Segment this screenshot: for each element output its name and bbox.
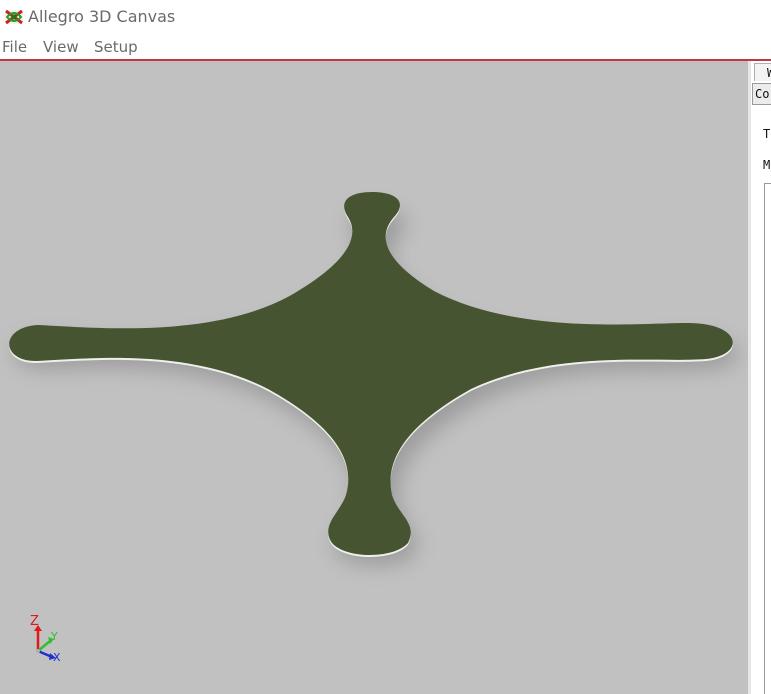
allegro-app-icon bbox=[5, 9, 23, 25]
side-label-2: M bbox=[763, 158, 771, 172]
title-bar: Allegro 3D Canvas bbox=[0, 0, 771, 34]
board-model bbox=[9, 192, 739, 566]
menu-view[interactable]: View bbox=[43, 38, 79, 56]
xyz-axis-gizmo: Z Y X bbox=[30, 614, 61, 663]
menu-file[interactable]: File bbox=[2, 38, 27, 56]
y-axis-label: Y bbox=[50, 630, 58, 643]
side-listbox[interactable] bbox=[764, 183, 771, 694]
side-tab-top[interactable]: W bbox=[754, 63, 771, 81]
side-label-1: T bbox=[763, 127, 771, 141]
window-title: Allegro 3D Canvas bbox=[28, 7, 176, 26]
side-tab-active[interactable]: Co bbox=[752, 83, 771, 105]
side-panel: W Co T M bbox=[751, 61, 771, 694]
3d-canvas-viewport[interactable]: Z Y X bbox=[0, 61, 748, 694]
menu-bar: File View Setup bbox=[0, 34, 771, 61]
allegro-3d-canvas-window: Allegro 3D Canvas File View Setup Z Y X … bbox=[0, 0, 771, 694]
y-axis-line bbox=[37, 640, 51, 652]
axis-origin bbox=[36, 649, 40, 653]
menu-setup[interactable]: Setup bbox=[94, 38, 138, 56]
x-axis-label: X bbox=[53, 651, 61, 663]
board-top-surface bbox=[9, 192, 733, 555]
z-axis-label: Z bbox=[30, 614, 39, 629]
